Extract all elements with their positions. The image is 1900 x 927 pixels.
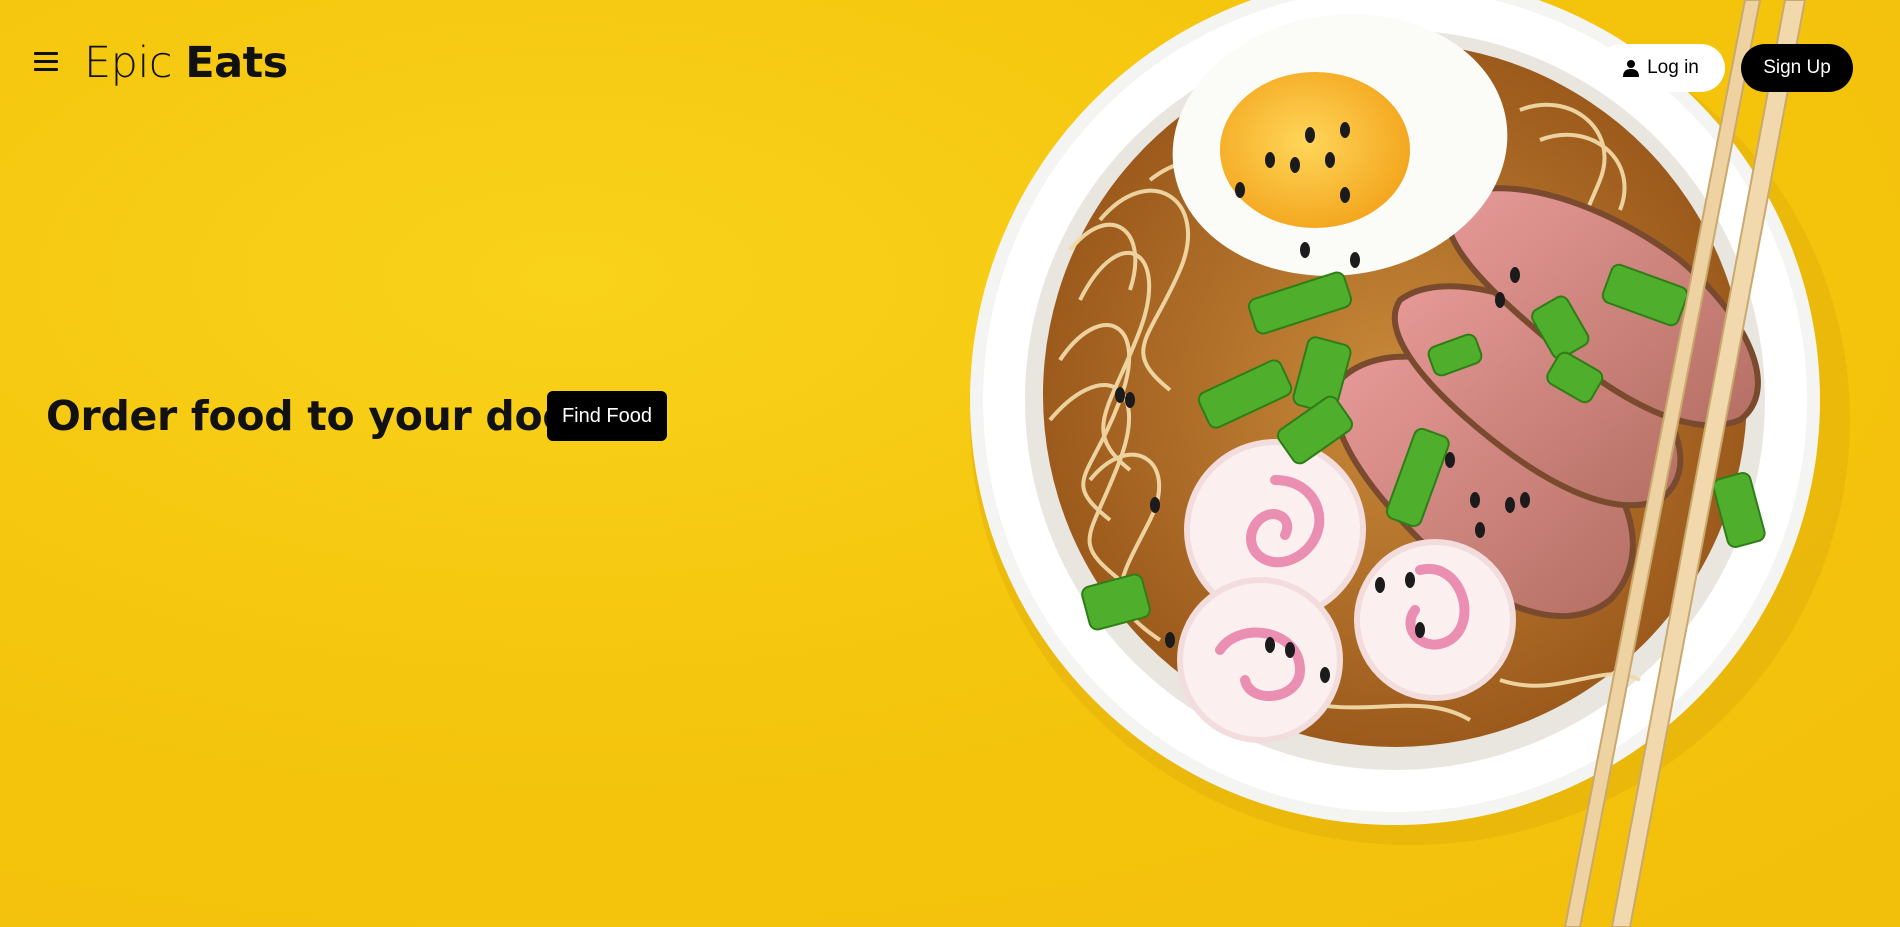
signup-label: Sign Up — [1763, 57, 1831, 78]
find-food-label: Find Food — [561, 404, 653, 427]
brand-bold: Eats — [185, 38, 288, 88]
signup-button[interactable]: Sign Up — [1741, 44, 1853, 92]
user-icon — [1623, 60, 1640, 77]
login-button[interactable]: Log in — [1597, 44, 1725, 92]
ramen-bowl-image — [970, 0, 1850, 927]
hero-tagline: Order food to your door — [46, 392, 591, 440]
find-food-button[interactable]: Find Food — [547, 391, 667, 441]
hamburger-menu-icon[interactable] — [34, 50, 60, 76]
site-header: Epic Eats Log in Sign Up — [0, 0, 1900, 130]
brand-logo[interactable]: Epic Eats — [84, 38, 288, 88]
brand-light: Epic — [84, 38, 173, 88]
hero-section: Epic Eats Log in Sign Up Order food to y… — [0, 0, 1900, 927]
login-label: Log in — [1647, 57, 1699, 78]
